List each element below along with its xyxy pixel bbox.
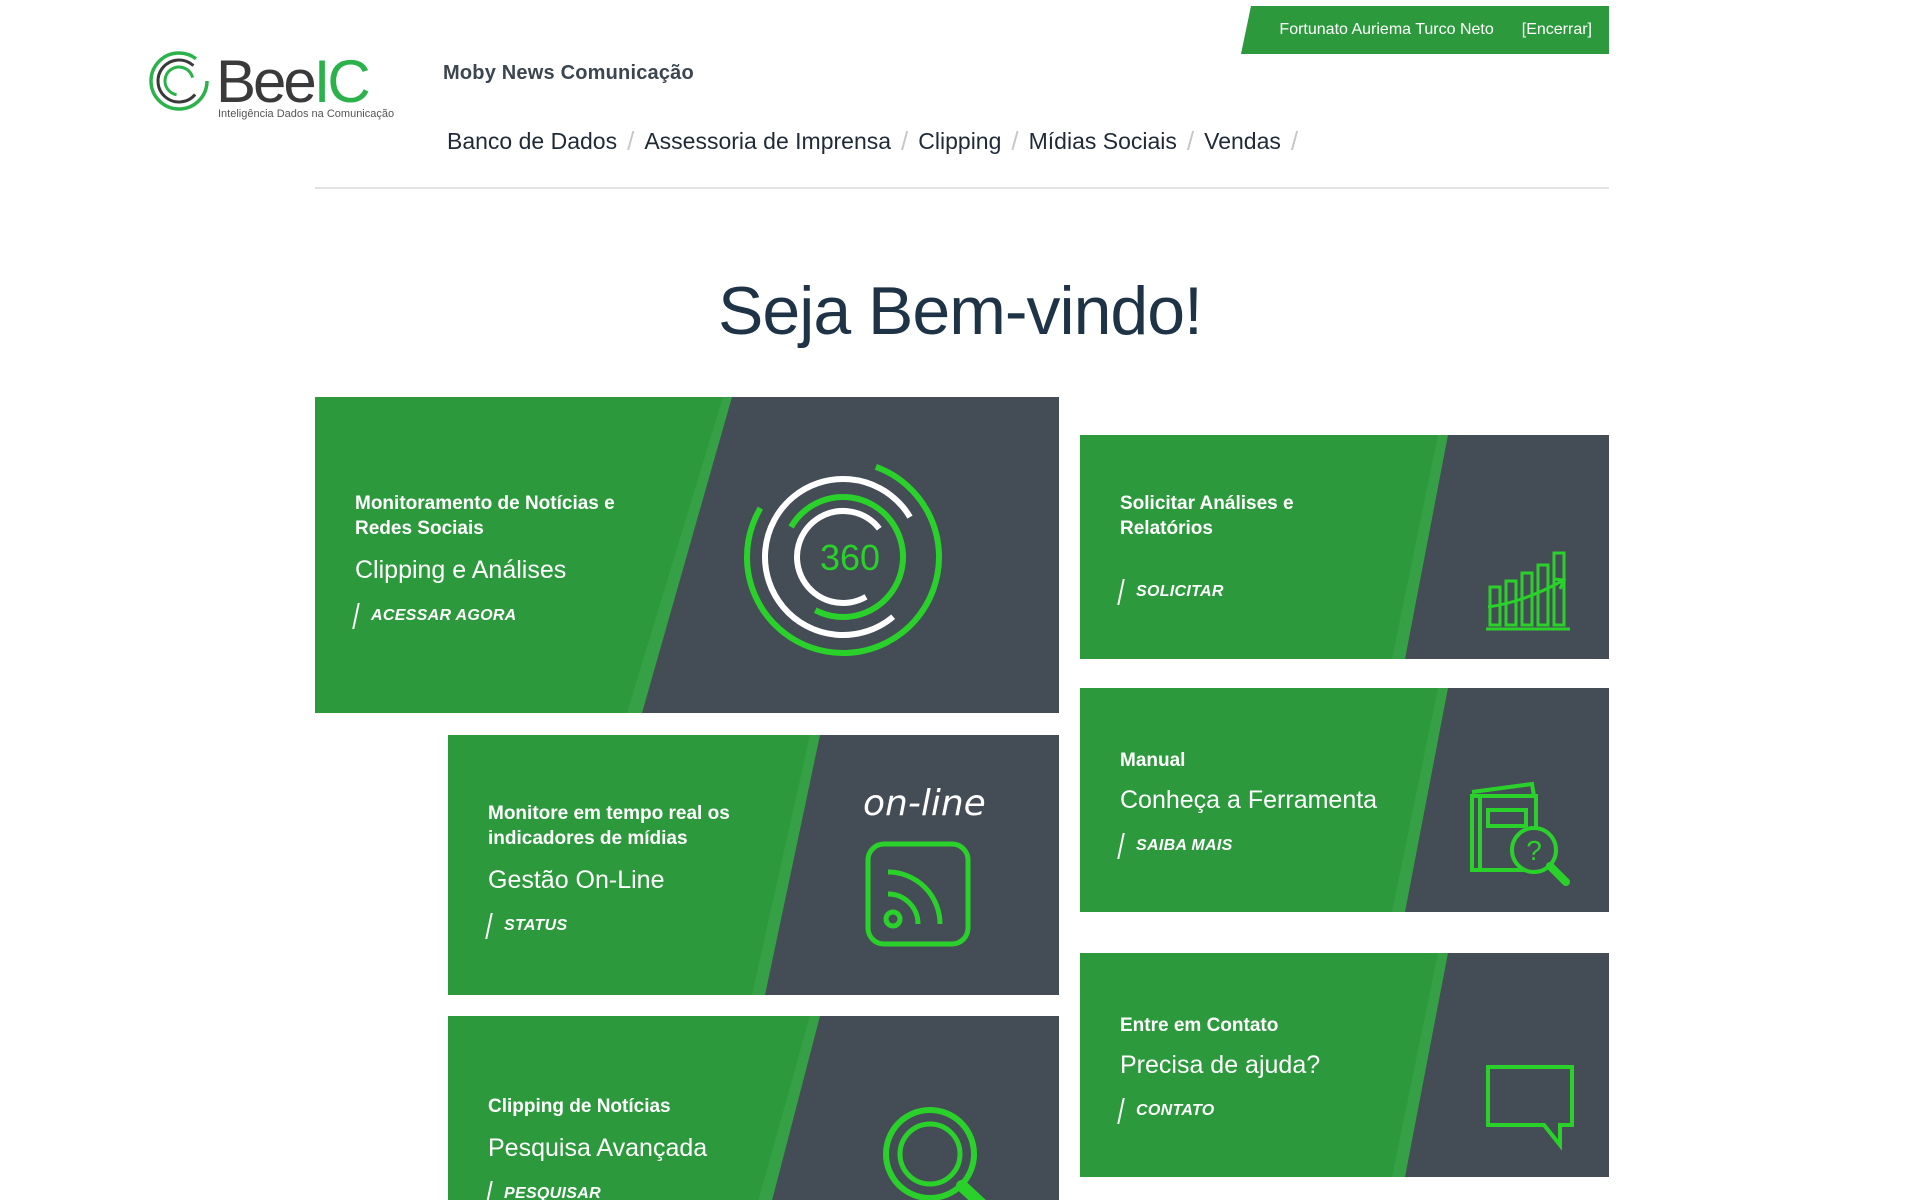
nav-separator: / (1011, 126, 1019, 156)
nav-item-clipping[interactable]: Clipping (918, 128, 1001, 155)
card-action-link[interactable]: ACESSAR AGORA (352, 603, 625, 629)
logo-mark-icon (149, 51, 209, 111)
chat-bubble-icon (1486, 1065, 1574, 1151)
rss-icon (865, 841, 971, 947)
svg-text:360: 360 (820, 537, 880, 578)
card-contato[interactable]: Entre em Contato Precisa de ajuda? CONTA… (1080, 953, 1609, 1177)
user-bar: Fortunato Auriema Turco Neto [Encerrar] (1241, 6, 1609, 54)
logo-wordmark: BeeIC (216, 48, 371, 115)
clipping-360-icon: 360 (744, 458, 942, 656)
logo-tagline: Inteligência Dados na Comunicação (218, 108, 395, 120)
bar-chart-icon (1486, 551, 1570, 631)
card-action-link[interactable]: SAIBA MAIS (1117, 833, 1377, 859)
logo[interactable]: BeeIC Inteligência Dados na Comunicação (148, 48, 398, 124)
card-subtitle: Solicitar Análises e Relatórios (1120, 493, 1294, 539)
card-action-link[interactable]: PESQUISAR (485, 1181, 707, 1200)
card-solicitar[interactable]: Solicitar Análises e Relatórios SOLICITA… (1080, 435, 1609, 659)
card-title: Precisa de ajuda? (1120, 1051, 1321, 1079)
nav-separator: / (901, 126, 909, 156)
card-subtitle: Monitore em tempo real os indicadores de… (488, 803, 730, 849)
card-action-link[interactable]: CONTATO (1117, 1098, 1320, 1124)
user-name: Fortunato Auriema Turco Neto (1279, 21, 1494, 38)
card-title: Conheça a Ferramenta (1120, 786, 1378, 814)
nav-item-assessoria-de-imprensa[interactable]: Assessoria de Imprensa (644, 128, 891, 155)
nav-separator: / (1186, 126, 1195, 156)
nav-item-banco-de-dados[interactable]: Banco de Dados (447, 128, 617, 155)
card-action-link[interactable]: STATUS (485, 913, 758, 939)
card-title: Clipping e Análises (355, 556, 567, 584)
company-name: Moby News Comunicação (443, 62, 694, 84)
page-title: Seja Bem-vindo! (718, 273, 1203, 349)
card-pesquisa[interactable]: Clipping de Notícias Pesquisa Avançada P… (448, 1016, 1059, 1200)
main-nav: Banco de Dados / Assessoria de Imprensa … (447, 126, 1308, 157)
card-title: Gestão On-Line (488, 866, 665, 894)
card-gestao-online[interactable]: Monitore em tempo real os indicadores de… (448, 735, 1059, 995)
svg-text:?: ? (1526, 835, 1542, 866)
card-action-link[interactable]: SOLICITAR (1117, 579, 1340, 605)
manual-search-icon: ? (1470, 781, 1570, 886)
logout-link[interactable]: [Encerrar] (1522, 21, 1592, 39)
search-icon (883, 1107, 986, 1200)
nav-item-vendas[interactable]: Vendas (1204, 128, 1281, 155)
card-title: Pesquisa Avançada (488, 1134, 708, 1162)
card-manual[interactable]: Manual Conheça a Ferramenta SAIBA MAIS ? (1080, 688, 1609, 912)
nav-separator: / (627, 126, 635, 156)
card-clipping[interactable]: Monitoramento de Notícias e Redes Sociai… (315, 397, 1059, 713)
nav-item-midias-sociais[interactable]: Mídias Sociais (1029, 128, 1177, 155)
online-label: on-line (863, 783, 986, 824)
card-subtitle: Monitoramento de Notícias e Redes Sociai… (355, 493, 615, 539)
nav-separator: / (1290, 126, 1299, 156)
card-subtitle: Clipping de Notícias (488, 1096, 671, 1117)
card-subtitle: Entre em Contato (1120, 1015, 1279, 1036)
header-divider (315, 187, 1609, 189)
card-subtitle: Manual (1120, 750, 1186, 771)
